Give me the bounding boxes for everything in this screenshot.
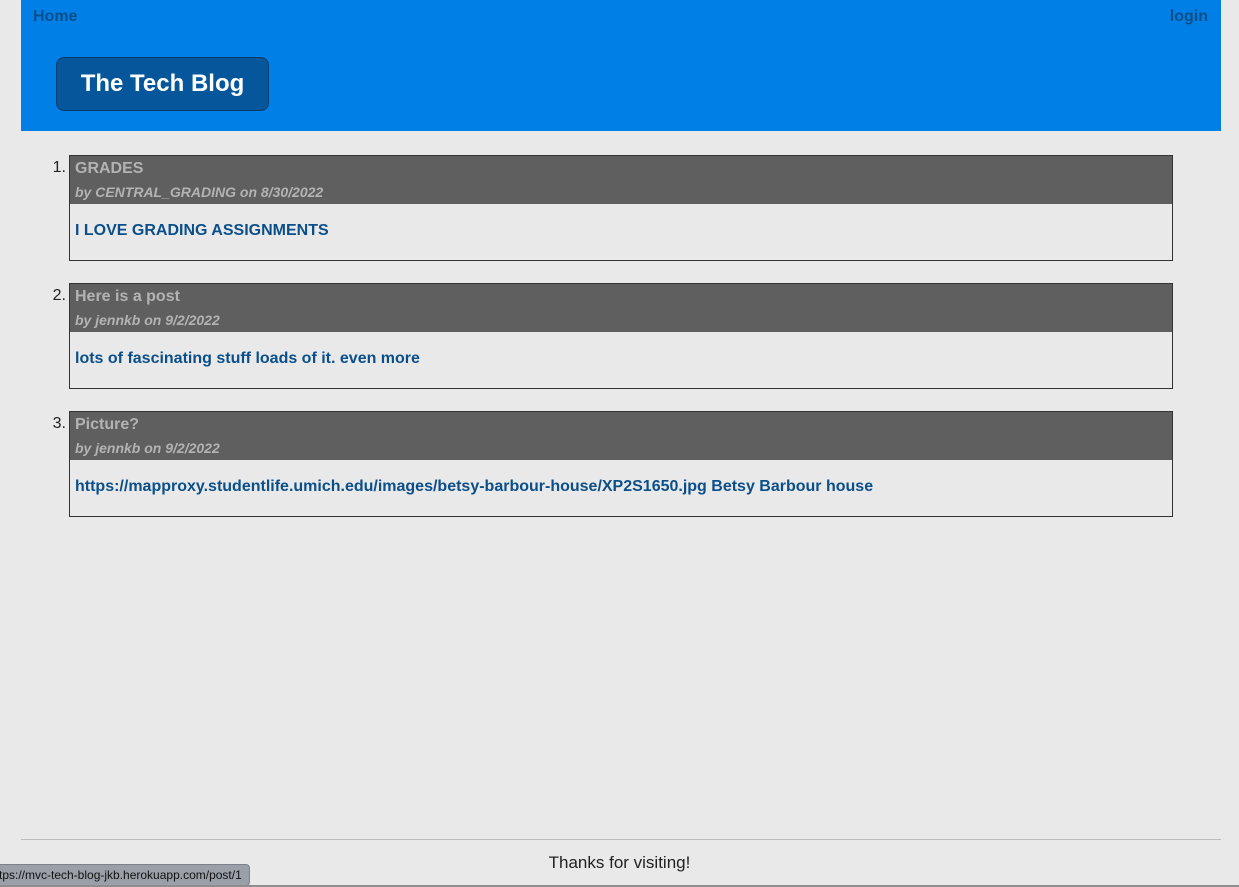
post-number: 1. (52, 159, 66, 176)
post-number: 2. (52, 287, 66, 304)
post-list: 1. GRADES by CENTRAL_GRADING on 8/30/202… (0, 155, 1239, 539)
post-meta: by jennkb on 9/2/2022 (75, 440, 220, 456)
post-header: Picture? by jennkb on 9/2/2022 (70, 412, 1172, 460)
post-title: Here is a post (75, 288, 180, 305)
post-title: GRADES (75, 160, 144, 177)
post-number: 3. (52, 415, 66, 432)
post-list-item: 1. GRADES by CENTRAL_GRADING on 8/30/202… (0, 155, 1239, 261)
post-body: I LOVE GRADING ASSIGNMENTS (75, 222, 329, 239)
post-body: lots of fascinating stuff loads of it. e… (75, 350, 420, 367)
status-bar-url: tps://mvc-tech-blog-jkb.herokuapp.com/po… (0, 864, 250, 886)
post-card[interactable]: Picture? by jennkb on 9/2/2022 https://m… (69, 411, 1173, 517)
site-header: Home login The Tech Blog (21, 0, 1221, 131)
post-list-item: 3. Picture? by jennkb on 9/2/2022 https:… (0, 411, 1239, 517)
site-title[interactable]: The Tech Blog (56, 57, 269, 111)
post-card[interactable]: Here is a post by jennkb on 9/2/2022 lot… (69, 283, 1173, 389)
post-title: Picture? (75, 416, 140, 433)
post-body: https://mapproxy.studentlife.umich.edu/i… (75, 478, 874, 495)
post-meta: by CENTRAL_GRADING on 8/30/2022 (75, 184, 324, 200)
login-link[interactable]: login (1170, 8, 1208, 26)
post-card[interactable]: GRADES by CENTRAL_GRADING on 8/30/2022 I… (69, 155, 1173, 261)
post-header: GRADES by CENTRAL_GRADING on 8/30/2022 (70, 156, 1172, 204)
page: Home login The Tech Blog 1. GRADES by CE… (0, 0, 1239, 887)
home-link[interactable]: Home (33, 8, 77, 26)
footer-divider (21, 839, 1221, 840)
post-list-item: 2. Here is a post by jennkb on 9/2/2022 … (0, 283, 1239, 389)
post-meta: by jennkb on 9/2/2022 (75, 312, 220, 328)
post-header: Here is a post by jennkb on 9/2/2022 (70, 284, 1172, 332)
